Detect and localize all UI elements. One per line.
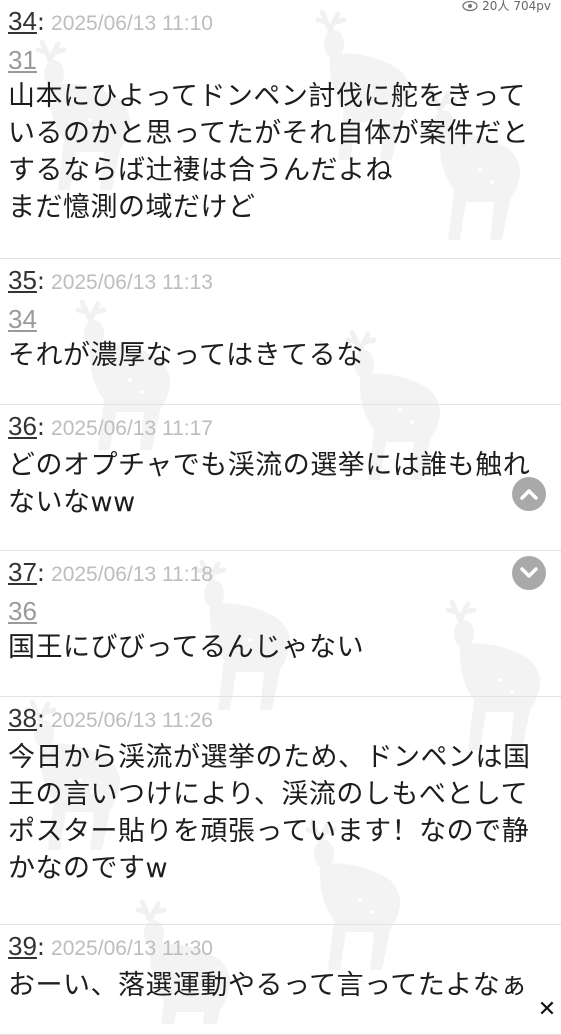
post: 36: 2025/06/13 11:17 どのオプチャでも渓流の選挙には誰も触れ… bbox=[0, 405, 561, 551]
post-body-line: ないなww bbox=[8, 487, 136, 518]
post-timestamp: 2025/06/13 11:17 bbox=[51, 417, 213, 440]
post-colon: : bbox=[36, 413, 46, 441]
post-header: 36: 2025/06/13 11:17 bbox=[8, 411, 553, 447]
post: 35: 2025/06/13 11:13 34 それが濃厚なってはきてるな bbox=[0, 259, 561, 405]
post-number-link[interactable]: 39 bbox=[8, 931, 37, 962]
close-icon: ✕ bbox=[537, 996, 557, 1022]
post-colon: : bbox=[36, 559, 46, 587]
post-header: 37: 2025/06/13 11:18 bbox=[8, 557, 553, 593]
post: 34: 2025/06/13 11:10 31 山本にひよってドンペン討伐に舵を… bbox=[0, 0, 561, 259]
reply-anchor-link[interactable]: 31 bbox=[8, 42, 553, 78]
post-body-line: ポスター貼りを頑張っています！なので静 bbox=[8, 816, 530, 847]
post-number-link[interactable]: 37 bbox=[8, 557, 37, 588]
post-body-line: まだ憶測の域だけど bbox=[8, 192, 256, 223]
view-stats: 20人 704pv bbox=[460, 0, 553, 14]
post-number-link[interactable]: 35 bbox=[8, 265, 37, 296]
eye-icon bbox=[462, 0, 478, 11]
chevron-down-icon bbox=[520, 567, 538, 578]
post-body-line: それが濃厚なってはきてるな bbox=[8, 340, 364, 371]
post-colon: : bbox=[36, 933, 46, 961]
close-button[interactable]: ✕ bbox=[536, 996, 558, 1022]
post: 37: 2025/06/13 11:18 36 国王にびびってるんじゃない bbox=[0, 551, 561, 697]
post: 38: 2025/06/13 11:26 今日から渓流が選挙のため、ドンペンは国… bbox=[0, 697, 561, 925]
post-colon: : bbox=[36, 8, 46, 36]
post-number-link[interactable]: 36 bbox=[8, 411, 37, 442]
post-number-link[interactable]: 34 bbox=[8, 6, 37, 37]
scroll-down-button[interactable] bbox=[512, 556, 546, 590]
viewer-count: 20人 bbox=[482, 0, 510, 13]
post-body-line: いるのかと思ってたがそれ自体が案件だと bbox=[8, 118, 530, 149]
post-timestamp: 2025/06/13 11:18 bbox=[51, 563, 213, 586]
post-body-line: 国王にびびってるんじゃない bbox=[8, 632, 365, 663]
post-body-line: どのオプチャでも渓流の選挙には誰も触れ bbox=[8, 450, 531, 481]
post-header: 35: 2025/06/13 11:13 bbox=[8, 265, 553, 301]
post-timestamp: 2025/06/13 11:10 bbox=[51, 12, 213, 35]
post: 39: 2025/06/13 11:30 おーい、落選運動やるって言ってたよなぁ bbox=[0, 925, 561, 1035]
post-body-line: おーい、落選運動やるって言ってたよなぁ bbox=[8, 970, 528, 1001]
post-colon: : bbox=[36, 267, 46, 295]
post-body-line: 王の言いつけにより、渓流のしもべとして bbox=[8, 779, 529, 810]
reply-anchor-link[interactable]: 34 bbox=[8, 301, 553, 337]
post-colon: : bbox=[36, 705, 46, 733]
post-timestamp: 2025/06/13 11:26 bbox=[51, 709, 213, 732]
post-body-line: かなのですw bbox=[8, 853, 169, 884]
post-header: 38: 2025/06/13 11:26 bbox=[8, 703, 553, 739]
comment-thread: 34: 2025/06/13 11:10 31 山本にひよってドンペン討伐に舵を… bbox=[0, 0, 561, 1035]
post-timestamp: 2025/06/13 11:30 bbox=[51, 937, 213, 960]
post-body-line: 山本にひよってドンペン討伐に舵をきって bbox=[8, 81, 526, 112]
post-number-link[interactable]: 38 bbox=[8, 703, 37, 734]
pageview-count: 704pv bbox=[513, 0, 551, 13]
post-body-line: 今日から渓流が選挙のため、ドンペンは国 bbox=[8, 742, 531, 773]
post-header: 39: 2025/06/13 11:30 bbox=[8, 931, 553, 967]
reply-anchor-link[interactable]: 36 bbox=[8, 593, 553, 629]
scroll-up-button[interactable] bbox=[512, 477, 546, 511]
post-body-line: するならば辻褄は合うんだよね bbox=[8, 155, 393, 186]
chevron-up-icon bbox=[520, 489, 538, 500]
post-timestamp: 2025/06/13 11:13 bbox=[51, 271, 213, 294]
